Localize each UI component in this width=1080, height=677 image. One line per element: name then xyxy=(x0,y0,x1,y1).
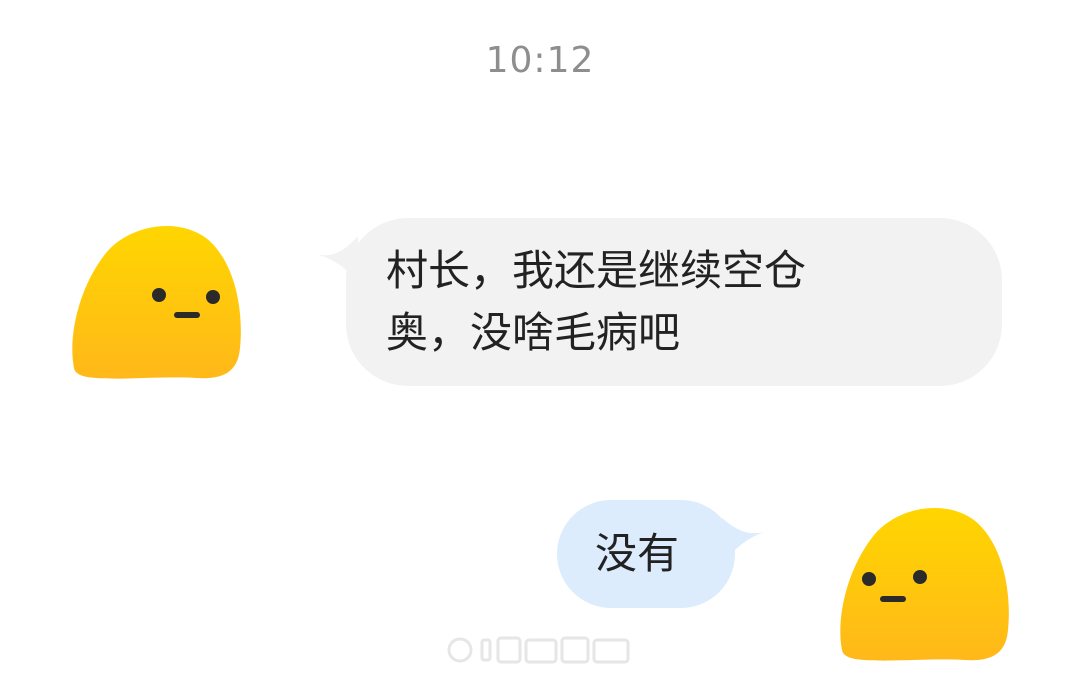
incoming-message-line-2: 奥，没啥毛病吧 xyxy=(386,308,681,357)
own-avatar[interactable] xyxy=(834,500,1014,666)
outgoing-message-bubble[interactable]: 没有 xyxy=(557,500,735,608)
message-timestamp: 10:12 xyxy=(485,40,595,81)
yellow-blob-face-icon xyxy=(840,507,1009,661)
sender-avatar[interactable] xyxy=(66,218,246,384)
incoming-message-line-1: 村长，我还是继续空仓 xyxy=(386,246,807,295)
watermark-logo xyxy=(446,634,634,666)
chat-screen: 10:12 村长，我还是继续空仓 奥，没啥毛病吧 没有 xyxy=(0,0,1080,677)
incoming-message-bubble[interactable]: 村长，我还是继续空仓 奥，没啥毛病吧 xyxy=(346,218,1002,386)
outgoing-message-text: 没有 xyxy=(595,529,680,578)
yellow-blob-face-icon xyxy=(72,225,241,379)
